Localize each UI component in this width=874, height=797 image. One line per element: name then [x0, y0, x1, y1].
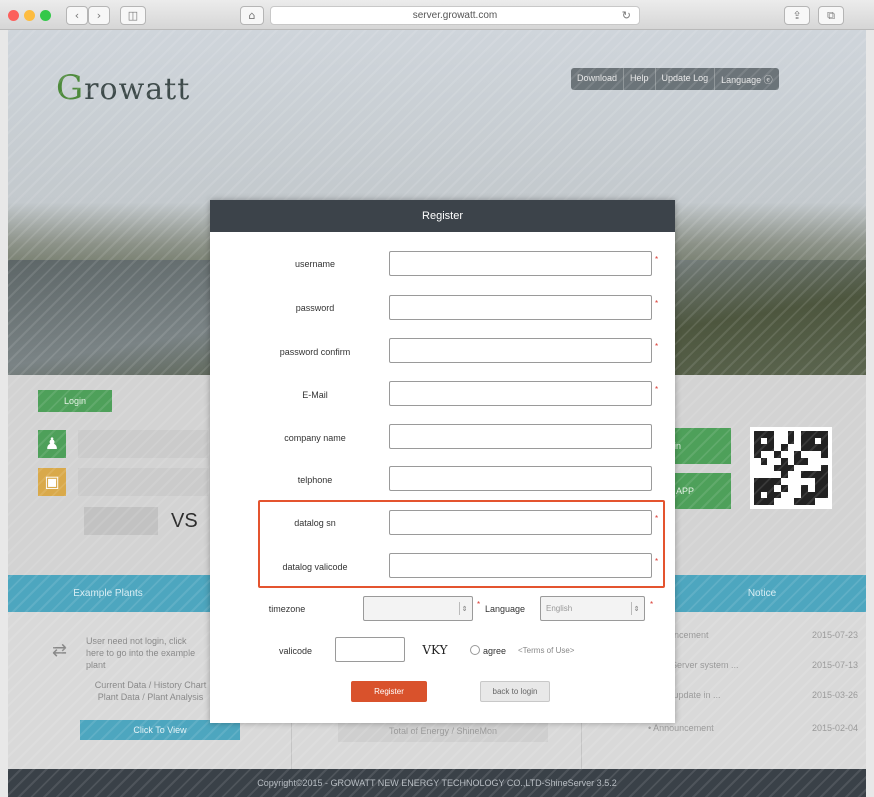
email-input[interactable] — [389, 381, 652, 406]
agree-radio[interactable] — [470, 645, 480, 655]
news-item[interactable]: • Announcement 2015-02-04 — [648, 723, 858, 733]
timezone-label: timezone — [268, 604, 306, 614]
forward-button[interactable]: › — [88, 6, 110, 25]
nav-update-log[interactable]: Update Log — [656, 68, 716, 90]
nav-download[interactable]: Download — [571, 68, 625, 90]
tabs-icon: ⧉ — [827, 8, 835, 22]
url-text: server.growatt.com — [412, 10, 498, 21]
language-select[interactable]: English ⇕ — [540, 596, 645, 621]
lock-icon: ▣ — [38, 468, 66, 496]
close-window-button[interactable] — [8, 10, 19, 21]
news-item[interactable]: Announcement 2015-07-23 — [648, 630, 858, 640]
language-label: Language — [485, 604, 526, 614]
agree-label: agree — [483, 646, 507, 656]
address-bar[interactable]: server.growatt.com ↻ — [270, 6, 640, 25]
password-label: password — [295, 303, 335, 313]
telphone-input[interactable] — [389, 466, 652, 491]
required-marker: * — [655, 514, 659, 523]
back-to-login-button[interactable]: back to login — [480, 681, 550, 702]
password-confirm-label: password confirm — [279, 347, 351, 357]
required-marker: * — [477, 600, 481, 609]
footer-copyright: Copyright©2015 - GROWATT NEW ENERGY TECH… — [8, 769, 866, 797]
timezone-select[interactable]: ⇕ — [363, 596, 473, 621]
browser-toolbar: ‹ › ◫ ⌂ server.growatt.com ↻ ⇪ ⧉ — [0, 0, 874, 30]
select-arrow-icon: ⇕ — [459, 602, 469, 615]
login-captcha: VS — [171, 510, 198, 532]
required-marker: * — [655, 255, 659, 264]
sidebar-icon: ◫ — [127, 9, 139, 22]
current-data-description: Current Data / History Chart Plant Data … — [94, 680, 207, 702]
home-button[interactable]: ⌂ — [240, 6, 264, 25]
company-name-input[interactable] — [389, 424, 652, 449]
nav-help[interactable]: Help — [624, 68, 656, 90]
username-label: username — [294, 259, 336, 269]
dialog-title: Register — [210, 200, 675, 232]
news-item[interactable]: er will update in ... 2015-03-26 — [648, 690, 858, 700]
login-valicode-field[interactable] — [84, 507, 158, 535]
terms-of-use-link[interactable]: <Terms of Use> — [518, 646, 574, 655]
column-divider — [581, 720, 582, 770]
password-confirm-input[interactable] — [389, 338, 652, 363]
login-tab[interactable]: Login — [38, 390, 112, 412]
required-marker: * — [655, 557, 659, 566]
total-energy-button[interactable]: Total of Energy / ShineMon — [338, 720, 548, 742]
required-marker: * — [655, 385, 659, 394]
news-item[interactable]: ShineServer system ... 2015-07-13 — [648, 660, 858, 670]
qr-code — [750, 427, 832, 509]
required-marker: * — [655, 342, 659, 351]
top-navigation: Download Help Update Log Language ⓔ — [571, 68, 779, 90]
user-icon: ♟ — [38, 430, 66, 458]
share-icon: ⇪ — [792, 9, 802, 22]
datalog-sn-label: datalog sn — [294, 518, 336, 528]
login-username-field[interactable] — [78, 430, 208, 458]
click-to-view-button[interactable]: Click To View — [80, 720, 240, 740]
zoom-window-button[interactable] — [40, 10, 51, 21]
email-label: E-Mail — [302, 390, 328, 400]
nav-language[interactable]: Language ⓔ — [715, 68, 779, 90]
login-password-field[interactable] — [78, 468, 208, 496]
datalog-valicode-input[interactable] — [389, 553, 652, 578]
register-button[interactable]: Register — [351, 681, 427, 702]
datalog-valicode-label: datalog valicode — [282, 562, 348, 572]
captcha-image[interactable]: VKY — [412, 638, 458, 662]
valicode-input[interactable] — [335, 637, 405, 662]
username-input[interactable] — [389, 251, 652, 276]
back-button[interactable]: ‹ — [66, 6, 88, 25]
company-name-label: company name — [284, 433, 346, 443]
register-dialog: Register username * password * password … — [210, 200, 675, 723]
column-divider — [291, 720, 292, 770]
select-arrow-icon: ⇕ — [631, 602, 641, 615]
example-description: User need not login, click here to go in… — [86, 636, 196, 670]
sidebar-toggle-button[interactable]: ◫ — [120, 6, 146, 25]
minimize-window-button[interactable] — [24, 10, 35, 21]
forward-icon: › — [96, 9, 102, 22]
reload-icon[interactable]: ↻ — [622, 9, 631, 22]
home-icon: ⌂ — [248, 9, 256, 22]
show-tabs-button[interactable]: ⧉ — [818, 6, 844, 25]
required-marker: * — [650, 600, 654, 609]
datalog-sn-input[interactable] — [389, 510, 652, 535]
telphone-label: telphone — [297, 475, 333, 485]
growatt-logo[interactable]: Growatt — [56, 68, 190, 108]
required-marker: * — [655, 299, 659, 308]
back-icon: ‹ — [74, 9, 80, 22]
password-input[interactable] — [389, 295, 652, 320]
notice-heading: Notice — [747, 588, 777, 599]
valicode-label: valicode — [278, 646, 312, 656]
example-plants-heading: Example Plants — [73, 588, 143, 599]
share-button[interactable]: ⇪ — [784, 6, 810, 25]
shuffle-icon: ⇄ — [52, 640, 68, 661]
